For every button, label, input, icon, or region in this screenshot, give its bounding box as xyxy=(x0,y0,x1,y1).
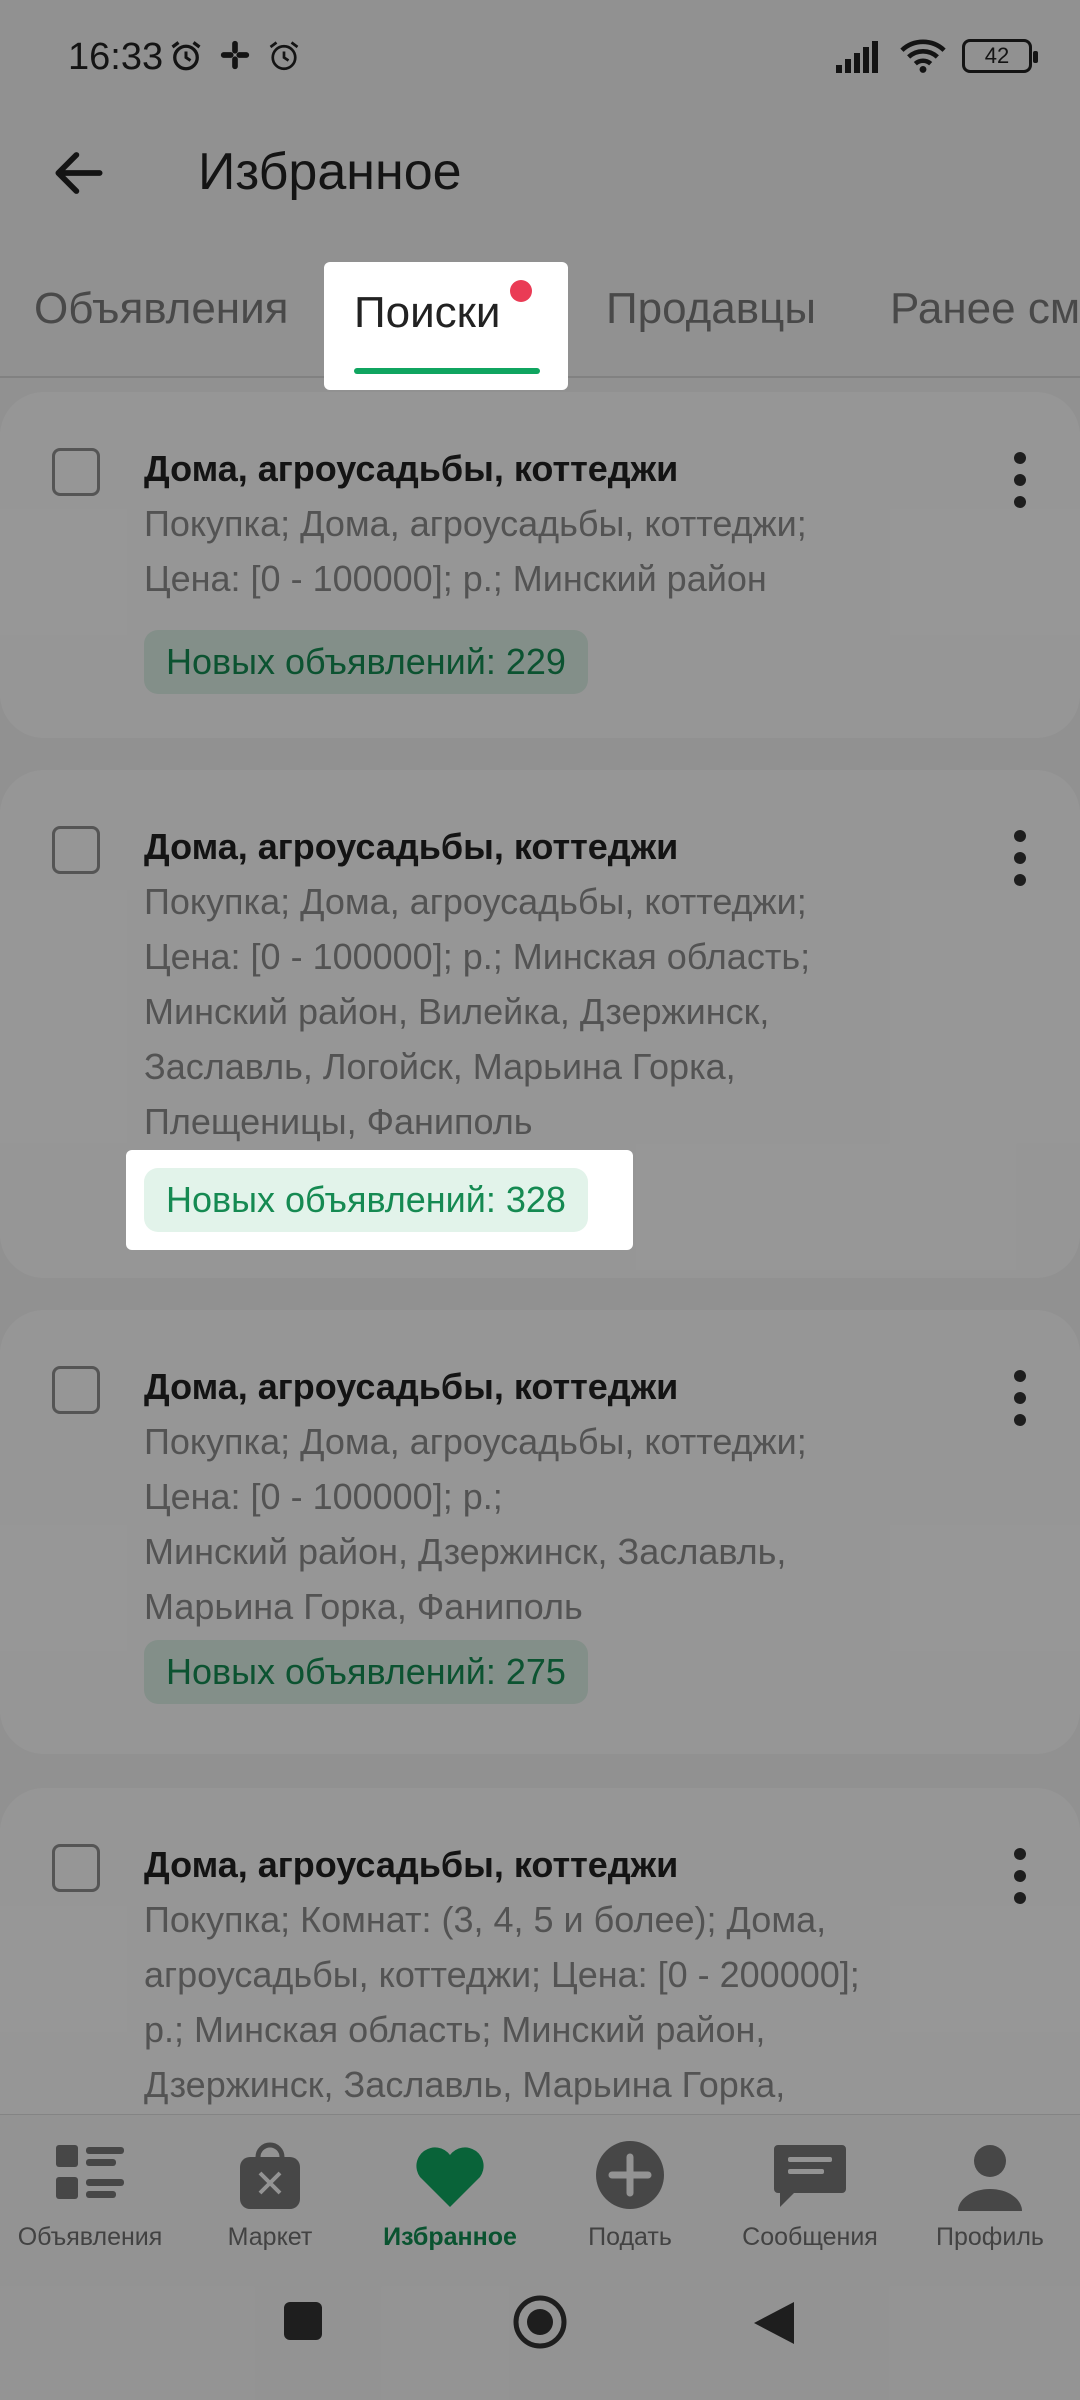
tab-searches[interactable]: Поиски xyxy=(324,262,568,390)
status-right-icons: 42 xyxy=(836,38,1038,74)
nav-messages[interactable]: Сообщения xyxy=(720,2115,900,2265)
app-bar: Избранное xyxy=(0,120,1080,260)
select-checkbox[interactable] xyxy=(52,826,100,874)
nav-label: Подать xyxy=(588,2223,672,2251)
search-title: Дома, агроусадьбы, коттеджи xyxy=(144,1366,679,1407)
status-bar: 16:33 42 xyxy=(0,0,1080,120)
heart-icon xyxy=(416,2147,484,2207)
tab-recently-viewed[interactable]: Ранее см xyxy=(890,284,1080,334)
saved-search-card[interactable]: Дома, агроусадьбы, коттеджи Покупка; Дом… xyxy=(0,392,1080,738)
page-title: Избранное xyxy=(198,143,462,201)
desc-line: Покупка; Дома, агроусадьбы, коттеджи; xyxy=(144,881,807,922)
message-icon xyxy=(774,2145,846,2207)
tab-active-indicator xyxy=(354,368,540,374)
notification-dot xyxy=(510,280,532,302)
more-vert-icon[interactable] xyxy=(990,1358,1050,1438)
select-checkbox[interactable] xyxy=(52,1844,100,1892)
new-listings-badge: Новых объявлений: 229 xyxy=(144,630,588,694)
alarm-icon xyxy=(269,41,299,71)
tab-bar: Объявления Поиски Продавцы Ранее см xyxy=(0,260,1080,390)
nav-market[interactable]: Маркет xyxy=(180,2115,360,2265)
saved-search-card[interactable]: Дома, агроусадьбы, коттеджи Покупка; Ком… xyxy=(0,1788,1080,2116)
more-vert-icon[interactable] xyxy=(990,818,1050,898)
search-description: Покупка; Комнат: (3, 4, 5 и более); Дома… xyxy=(144,1892,924,2112)
slack-icon xyxy=(220,40,250,70)
desc-line: Покупка; Дома, агроусадьбы, коттеджи; xyxy=(144,1421,807,1462)
more-vert-icon[interactable] xyxy=(990,1836,1050,1916)
select-checkbox[interactable] xyxy=(52,1366,100,1414)
system-navigation xyxy=(0,2264,1080,2400)
nav-favorites[interactable]: Избранное xyxy=(360,2115,540,2265)
desc-line: Минский район, Вилейка, Дзержинск, xyxy=(144,991,770,1032)
nav-listings[interactable]: Объявления xyxy=(0,2115,180,2265)
new-listings-badge: Новых объявлений: 275 xyxy=(144,1640,588,1704)
desc-line: Заславль, Логойск, Марьина Горка, xyxy=(144,1046,736,1087)
desc-line: Дзержинск, Заславль, Марьина Горка, xyxy=(144,2064,786,2105)
wifi-icon xyxy=(900,39,946,73)
more-vert-icon[interactable] xyxy=(990,440,1050,520)
recents-button[interactable] xyxy=(282,2300,324,2342)
status-time: 16:33 xyxy=(68,36,164,78)
nav-profile[interactable]: Профиль xyxy=(900,2115,1080,2265)
search-description: Покупка; Дома, агроусадьбы, коттеджи; Це… xyxy=(144,874,924,1149)
desc-line: Цена: [0 - 100000]; р.; xyxy=(144,1476,503,1517)
nav-label: Объявления xyxy=(17,2223,163,2251)
tab-listings[interactable]: Объявления xyxy=(34,284,289,334)
status-left-icons xyxy=(168,38,302,74)
select-checkbox[interactable] xyxy=(52,448,100,496)
battery-icon: 42 xyxy=(962,39,1038,73)
new-listings-badge: Новых объявлений: 328 xyxy=(144,1168,588,1232)
back-button[interactable] xyxy=(752,2300,796,2346)
saved-search-card[interactable]: Дома, агроусадьбы, коттеджи Покупка; Дом… xyxy=(0,1310,1080,1754)
signal-icon xyxy=(836,41,878,73)
bottom-navigation: Объявления Маркет Избранное Подать Сообщ… xyxy=(0,2114,1080,2265)
nav-label: Избранное xyxy=(383,2223,517,2251)
list-icon xyxy=(56,2145,124,2199)
nav-label: Профиль xyxy=(936,2223,1044,2251)
desc-line: Марьина Горка, Фаниполь xyxy=(144,1586,583,1627)
plus-circle-icon xyxy=(596,2141,664,2209)
search-description: Покупка; Дома, агроусадьбы, коттеджи; Це… xyxy=(144,1414,924,1634)
home-button[interactable] xyxy=(512,2294,568,2350)
desc-line: р.; Минская область; Минский район, xyxy=(144,2009,766,2050)
search-title: Дома, агроусадьбы, коттеджи xyxy=(144,826,679,867)
desc-line: Покупка; Комнат: (3, 4, 5 и более); Дома… xyxy=(144,1899,827,1940)
arrow-left-icon[interactable] xyxy=(48,142,110,204)
desc-line: Минский район, Дзержинск, Заславль, xyxy=(144,1531,787,1572)
search-title: Дома, агроусадьбы, коттеджи xyxy=(144,448,679,489)
search-description: Покупка; Дома, агроусадьбы, коттеджи; Це… xyxy=(144,496,924,606)
desc-line: Покупка; Дома, агроусадьбы, коттеджи; xyxy=(144,503,807,544)
nav-label: Сообщения xyxy=(742,2223,878,2251)
nav-label: Маркет xyxy=(227,2223,313,2251)
search-title: Дома, агроусадьбы, коттеджи xyxy=(144,1844,679,1885)
highlighted-badge-container[interactable]: Новых объявлений: 328 xyxy=(126,1150,633,1250)
desc-line: Цена: [0 - 100000]; р.; Минский район xyxy=(144,558,767,599)
battery-level: 42 xyxy=(984,43,1010,68)
shopping-bag-icon xyxy=(240,2142,300,2209)
alarm-clock-icon xyxy=(171,41,201,71)
person-icon xyxy=(958,2145,1022,2211)
nav-post[interactable]: Подать xyxy=(540,2115,720,2265)
desc-line: агроусадьбы, коттеджи; Цена: [0 - 200000… xyxy=(144,1954,860,1995)
tab-searches-label: Поиски xyxy=(354,288,501,337)
saved-searches-list: Дома, агроусадьбы, коттеджи Покупка; Дом… xyxy=(0,388,1080,2116)
desc-line: Цена: [0 - 100000]; р.; Минская область; xyxy=(144,936,811,977)
desc-line: Плещеницы, Фаниполь xyxy=(144,1101,533,1142)
tab-sellers[interactable]: Продавцы xyxy=(606,284,816,334)
